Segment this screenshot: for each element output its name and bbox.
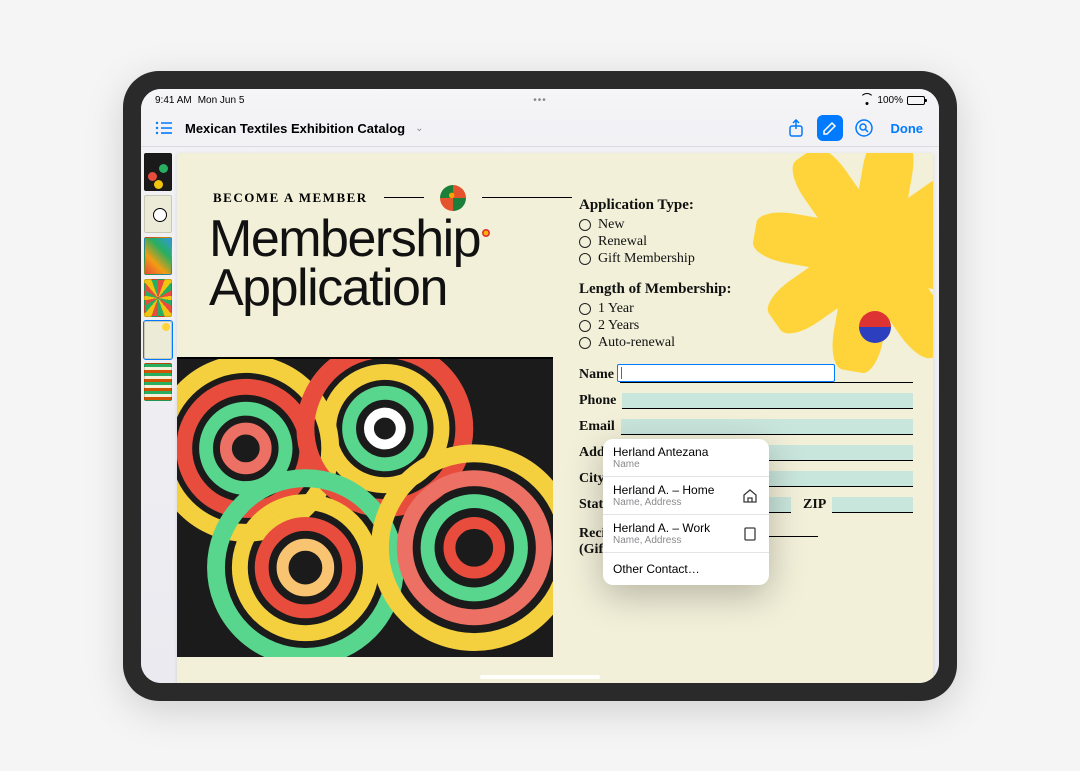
radio-gift[interactable]: Gift Membership [579,251,913,267]
thumbnail-rail[interactable] [141,147,177,683]
ipad-device-frame: 9:41 AM Mon Jun 5 ••• 100% Mexican Texti… [123,71,957,701]
pdf-page: BECOME A MEMBER Membership Application [177,153,933,683]
sidebar-toggle-icon[interactable] [151,115,177,141]
main-area: BECOME A MEMBER Membership Application [141,147,939,683]
divider [482,197,572,199]
email-label: Email [579,419,615,435]
page-thumbnail[interactable] [144,195,172,233]
name-label: Name [579,367,614,383]
toolbar: Mexican Textiles Exhibition Catalog ⌄ Do… [141,111,939,147]
status-bar: 9:41 AM Mon Jun 5 ••• 100% [141,89,939,111]
done-button[interactable]: Done [885,121,930,136]
become-member-label: BECOME A MEMBER [213,190,368,206]
radio-2years[interactable]: 2 Years [579,318,913,334]
phone-field[interactable] [622,393,913,409]
search-circle-icon[interactable] [851,115,877,141]
autofill-item[interactable]: Herland A. – Home Name, Address [603,477,769,515]
radio-1year[interactable]: 1 Year [579,301,913,317]
battery-percent: 100% [877,95,903,106]
chevron-down-icon[interactable]: ⌄ [415,123,423,134]
share-icon[interactable] [783,115,809,141]
page-title: Membership Application [209,215,492,314]
application-type-heading: Application Type: [579,197,913,214]
page-thumbnail[interactable] [144,279,172,317]
divider [384,197,424,199]
zip-field[interactable] [832,497,913,513]
name-input-active[interactable] [617,364,835,382]
city-label: City [579,471,605,487]
page-thumbnail[interactable] [144,237,172,275]
home-indicator[interactable] [480,675,600,679]
document-title[interactable]: Mexican Textiles Exhibition Catalog [185,121,405,136]
radio-renewal[interactable]: Renewal [579,234,913,250]
length-heading: Length of Membership: [579,281,913,298]
textile-art-image [177,357,553,657]
radio-new[interactable]: New [579,217,913,233]
autofill-item[interactable]: Herland Antezana Name [603,439,769,477]
page-thumbnail[interactable] [144,153,172,191]
home-icon [741,487,759,505]
markup-icon[interactable] [817,115,843,141]
zip-label: ZIP [803,497,826,513]
document-viewport[interactable]: BECOME A MEMBER Membership Application [177,147,939,683]
building-icon [741,525,759,543]
autofill-item[interactable]: Herland A. – Work Name, Address [603,515,769,553]
battery-icon [907,96,925,105]
wifi-icon [861,96,873,105]
multitask-dots-icon[interactable]: ••• [533,95,547,106]
email-field[interactable] [621,419,913,435]
decorative-orb [440,185,466,211]
ipad-screen: 9:41 AM Mon Jun 5 ••• 100% Mexican Texti… [141,89,939,683]
status-date: Mon Jun 5 [198,95,245,106]
phone-label: Phone [579,393,616,409]
page-thumbnail[interactable] [144,321,172,359]
radio-auto[interactable]: Auto-renewal [579,335,913,351]
autofill-popover: Herland Antezana Name Herland A. – Home … [603,439,769,586]
autofill-other-contact[interactable]: Other Contact… [603,553,769,585]
page-thumbnail[interactable] [144,363,172,401]
status-time: 9:41 AM [155,95,192,106]
